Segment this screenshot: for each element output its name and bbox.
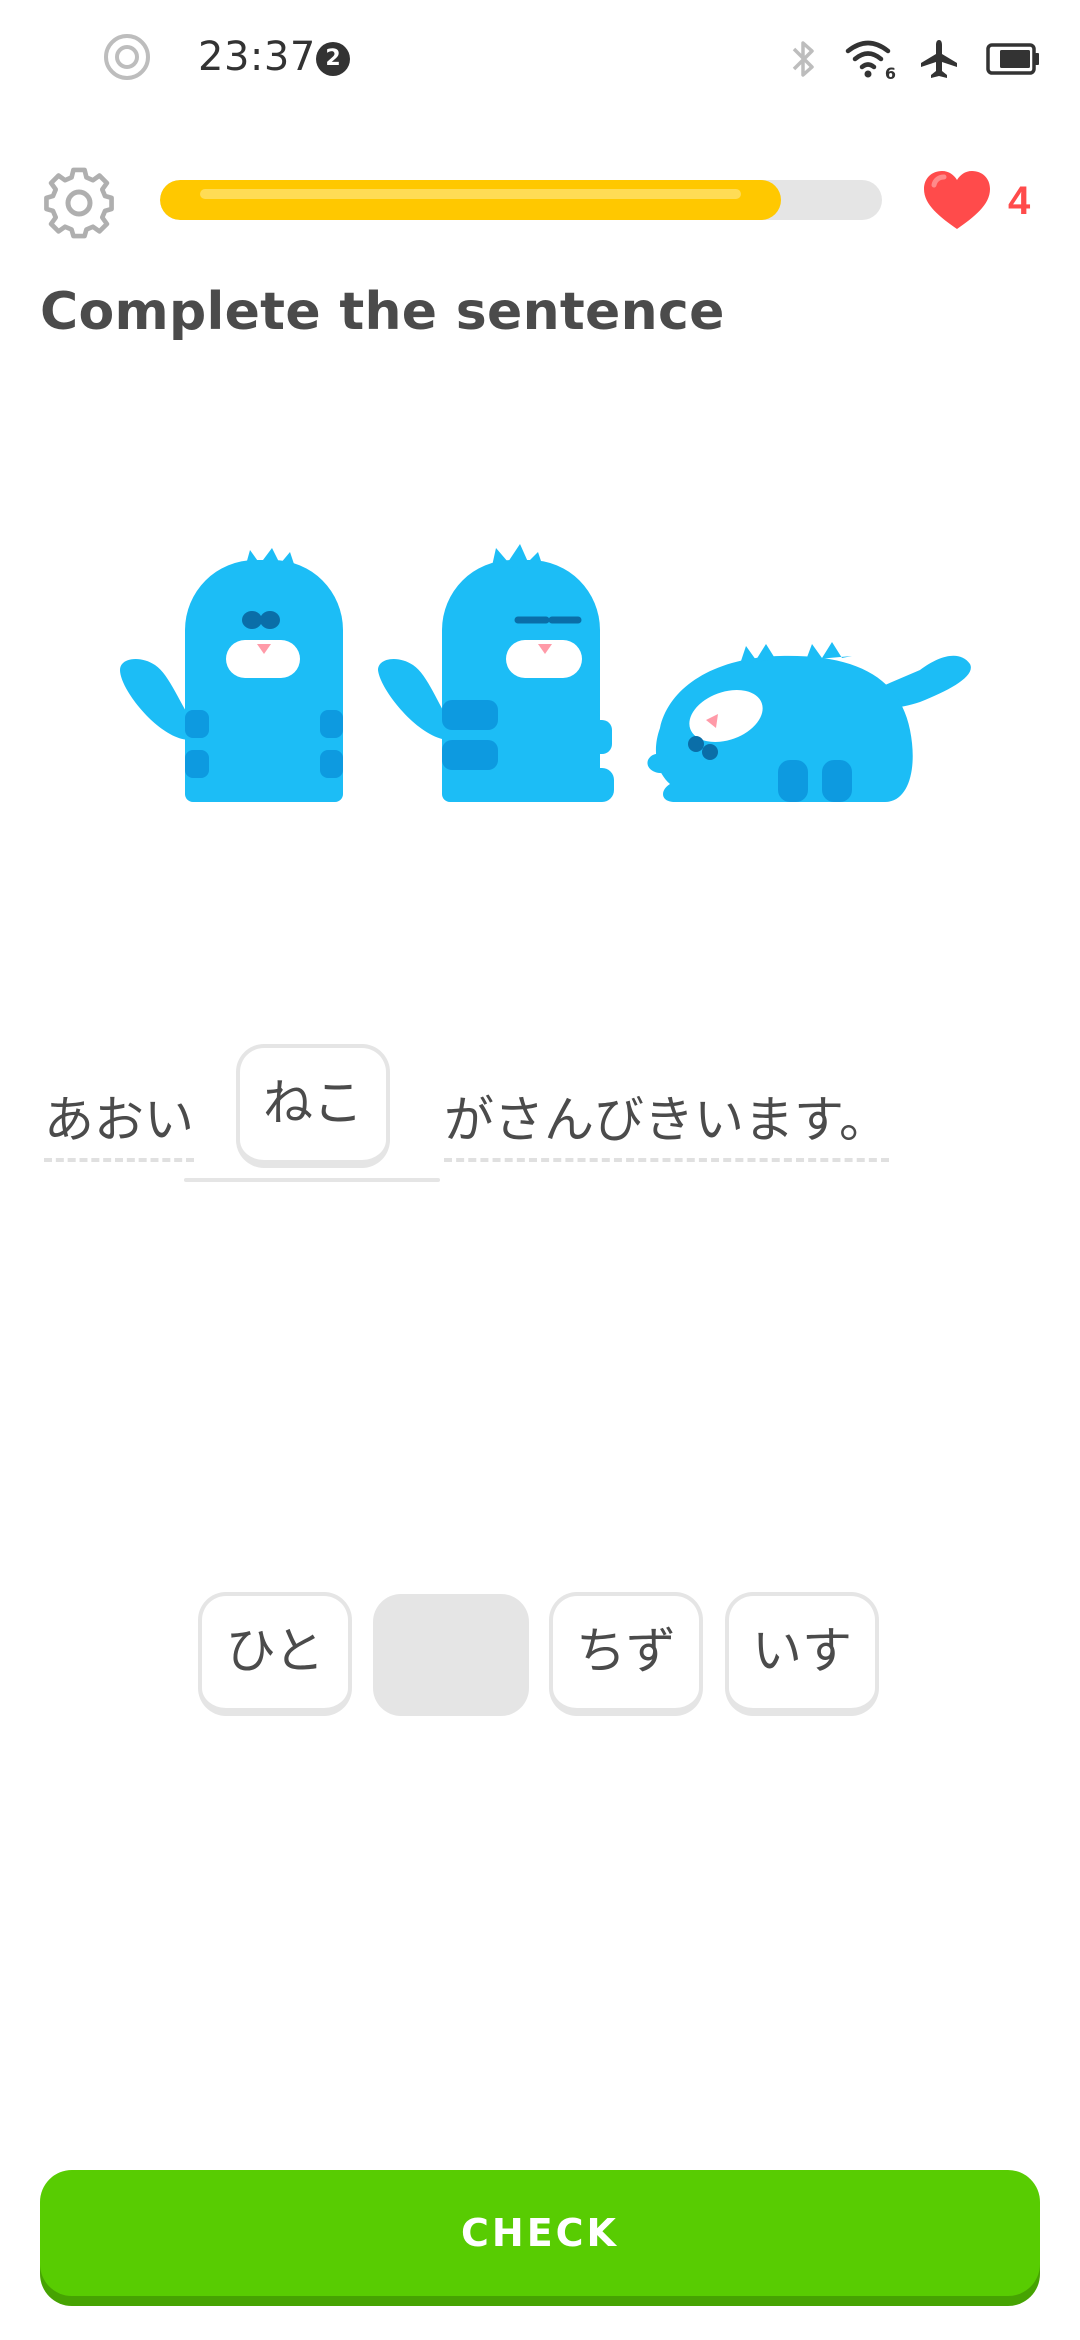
lesson-progress-bar <box>160 180 882 220</box>
hearts-counter[interactable]: 4 <box>920 166 1030 236</box>
word-bank: ひと ちず いす <box>0 1592 1080 1722</box>
blue-monster-icon <box>647 642 971 802</box>
blue-monster-icon <box>120 548 343 802</box>
lesson-progress-highlight <box>200 189 741 199</box>
heart-icon <box>924 171 990 229</box>
battery-icon <box>986 43 1039 75</box>
wifi-icon: 6 <box>844 37 896 83</box>
exercise-illustration <box>120 544 971 802</box>
lesson-screen: 23:37 2 6 4 Complete the sentence あおい ねこ… <box>0 0 1080 2340</box>
page-title: Complete the sentence <box>40 282 725 342</box>
answer-blank-line <box>184 1178 440 1182</box>
sentence-word-suffix[interactable]: がさんびきいます。 <box>444 1080 889 1162</box>
settings-button[interactable] <box>42 166 116 240</box>
gear-icon <box>44 167 114 239</box>
hearts-count: 4 <box>1008 178 1031 223</box>
airplane-mode-icon <box>921 40 957 78</box>
word-bank-option[interactable]: いす <box>725 1592 879 1716</box>
word-bank-option[interactable]: ちず <box>549 1592 703 1716</box>
notification-count-badge: 2 <box>316 42 350 76</box>
placed-answer-chip[interactable]: ねこ <box>236 1044 390 1168</box>
bluetooth-icon <box>792 41 814 77</box>
status-bar: 23:37 2 6 <box>0 0 1080 120</box>
sentence-row: あおい ねこ がさんびきいます。 <box>0 1040 1080 1200</box>
word-bank-option[interactable]: ひと <box>198 1592 352 1716</box>
lesson-progress-fill <box>160 180 781 220</box>
wifi-label: 6 <box>884 64 896 83</box>
status-icons: 6 <box>788 34 1040 84</box>
blue-monster-icon <box>378 544 614 802</box>
sentence-word-prefix[interactable]: あおい <box>44 1080 194 1162</box>
word-bank-empty-slot <box>373 1594 529 1716</box>
status-time: 23:37 <box>198 34 316 80</box>
record-indicator-icon <box>104 34 150 80</box>
check-button[interactable]: CHECK <box>40 2170 1040 2296</box>
